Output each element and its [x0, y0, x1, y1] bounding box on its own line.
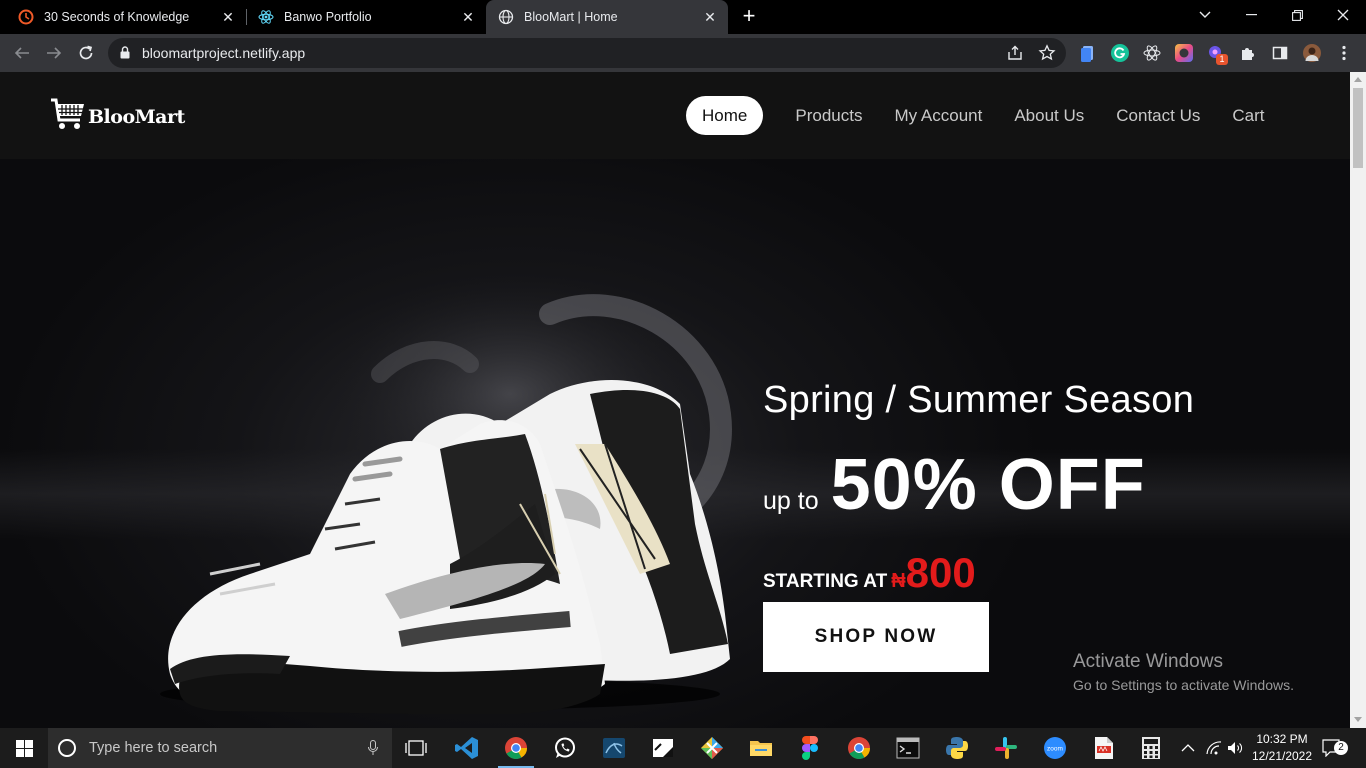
minimize-button[interactable]: [1228, 0, 1274, 30]
svg-text:zoom: zoom: [1047, 746, 1063, 753]
git-tool-icon[interactable]: [700, 736, 724, 760]
nav-contact-us[interactable]: Contact Us: [1116, 96, 1200, 135]
tab-title: 30 Seconds of Knowledge: [44, 10, 190, 24]
scroll-down-arrow-icon[interactable]: [1354, 717, 1362, 722]
tab-strip: 30 Seconds of Knowledge ✕ Banwo Portfoli…: [0, 0, 1366, 34]
task-view-icon[interactable]: [404, 736, 428, 760]
clock-time: 10:32 PM: [1256, 732, 1308, 746]
lock-icon[interactable]: [120, 46, 130, 64]
activate-windows-watermark: Activate Windows Go to Settings to activ…: [1073, 651, 1294, 693]
new-tab-button[interactable]: +: [738, 5, 760, 28]
bloomart-logo[interactable]: BlooMart: [50, 96, 185, 137]
react-favicon-icon: [258, 9, 274, 25]
color-picker-extension-icon[interactable]: [1175, 44, 1193, 62]
discount-prefix: up to: [763, 487, 819, 515]
watermark-subtitle: Go to Settings to activate Windows.: [1073, 677, 1294, 693]
mysql-workbench-icon[interactable]: [602, 736, 626, 760]
side-panel-icon[interactable]: [1271, 44, 1289, 62]
docs-extension-icon[interactable]: [1079, 44, 1097, 62]
calculator-icon[interactable]: [1139, 736, 1163, 760]
notification-count-badge: 2: [1334, 741, 1348, 755]
zoom-icon[interactable]: zoom: [1043, 736, 1067, 760]
snipping-tool-icon[interactable]: [651, 736, 675, 760]
taskbar-search[interactable]: Type here to search: [48, 728, 392, 768]
notifications-icon[interactable]: 2: [1322, 728, 1348, 768]
search-icon: [57, 738, 77, 758]
tab-30-seconds[interactable]: 30 Seconds of Knowledge ✕: [0, 0, 246, 34]
terminal-icon[interactable]: [896, 736, 920, 760]
slack-icon[interactable]: [994, 736, 1018, 760]
starting-at-label: STARTING AT: [763, 571, 888, 592]
nav-my-account[interactable]: My Account: [894, 96, 982, 135]
windows-start-icon[interactable]: [0, 728, 48, 768]
wifi-icon[interactable]: [1205, 728, 1223, 768]
forward-arrow-icon[interactable]: [42, 41, 66, 65]
profile-avatar[interactable]: [1303, 44, 1321, 62]
tab-close-icon[interactable]: ✕: [702, 9, 718, 25]
sneaker-image: [160, 274, 732, 714]
chrome-profile-icon[interactable]: [847, 736, 871, 760]
clock-date: 12/21/2022: [1251, 749, 1313, 763]
tab-close-icon[interactable]: ✕: [220, 9, 236, 25]
bookmark-star-icon[interactable]: [1038, 44, 1056, 62]
logo-text: BlooMart: [88, 105, 185, 128]
website-viewport: BlooMart Home Products My Account About …: [0, 72, 1350, 728]
starting-price: STARTING AT ₦ 800: [763, 549, 976, 597]
figma-icon[interactable]: [798, 736, 822, 760]
price-value: 800: [905, 549, 976, 596]
shopping-cart-icon: [50, 96, 86, 137]
taskbar-clock[interactable]: 10:32 PM 12/21/2022: [1250, 731, 1314, 765]
nav-products[interactable]: Products: [795, 96, 862, 135]
badge-extension-icon[interactable]: 1: [1207, 44, 1228, 65]
grammarly-extension-icon[interactable]: [1111, 44, 1129, 62]
tab-banwo-portfolio[interactable]: Banwo Portfolio ✕: [246, 0, 486, 34]
share-icon[interactable]: [1006, 44, 1024, 62]
scroll-up-arrow-icon[interactable]: [1354, 77, 1362, 82]
close-window-button[interactable]: [1320, 0, 1366, 30]
browser-menu-icon[interactable]: [1335, 44, 1353, 62]
reload-icon[interactable]: [74, 41, 98, 65]
pdf-reader-icon[interactable]: [1092, 736, 1116, 760]
windows-taskbar: Type here to search zoom 10:32 PM 12/21/…: [0, 728, 1366, 768]
nav-cart[interactable]: Cart: [1232, 96, 1264, 135]
react-devtools-extension-icon[interactable]: [1143, 44, 1161, 62]
restore-button[interactable]: [1274, 0, 1320, 30]
whatsapp-icon[interactable]: [553, 736, 577, 760]
naira-currency-symbol: ₦: [891, 570, 906, 592]
tab-title: Banwo Portfolio: [284, 10, 372, 24]
python-icon[interactable]: [945, 736, 969, 760]
tab-search-chevron-down-icon[interactable]: [1182, 0, 1228, 30]
search-placeholder: Type here to search: [89, 740, 218, 756]
hero-banner: Spring / Summer Season up to 50% OFF STA…: [0, 159, 1350, 728]
page-scrollbar[interactable]: [1350, 72, 1366, 728]
globe-favicon-icon: [498, 9, 514, 25]
tab-title: BlooMart | Home: [524, 10, 618, 24]
browser-toolbar: bloomartproject.netlify.app 1: [0, 34, 1366, 72]
extensions-puzzle-icon[interactable]: [1239, 44, 1257, 62]
watermark-title: Activate Windows: [1073, 651, 1223, 672]
thirty-seconds-favicon-icon: [18, 9, 34, 25]
address-bar[interactable]: bloomartproject.netlify.app: [108, 38, 1066, 68]
site-header: BlooMart Home Products My Account About …: [0, 72, 1350, 159]
chrome-icon[interactable]: [498, 736, 534, 768]
scrollbar-thumb[interactable]: [1353, 88, 1363, 168]
volume-icon[interactable]: [1227, 728, 1245, 768]
main-nav: Home Products My Account About Us Contac…: [686, 96, 1296, 135]
microphone-icon[interactable]: [368, 740, 378, 761]
show-hidden-icons-chevron-up-icon[interactable]: [1181, 728, 1195, 768]
tab-close-icon[interactable]: ✕: [460, 9, 476, 25]
shop-now-button[interactable]: SHOP NOW: [763, 602, 989, 672]
vscode-icon[interactable]: [455, 736, 479, 760]
url-text: bloomartproject.netlify.app: [142, 45, 306, 61]
discount-value: 50% OFF: [830, 445, 1146, 525]
season-heading: Spring / Summer Season: [763, 379, 1195, 421]
extension-badge: 1: [1216, 54, 1228, 65]
tab-bloomart-home[interactable]: BlooMart | Home ✕: [486, 0, 728, 34]
nav-about-us[interactable]: About Us: [1014, 96, 1084, 135]
back-arrow-icon[interactable]: [10, 41, 34, 65]
discount-heading: up to 50% OFF: [763, 444, 1146, 526]
file-explorer-icon[interactable]: [749, 736, 773, 760]
nav-home[interactable]: Home: [686, 96, 764, 135]
